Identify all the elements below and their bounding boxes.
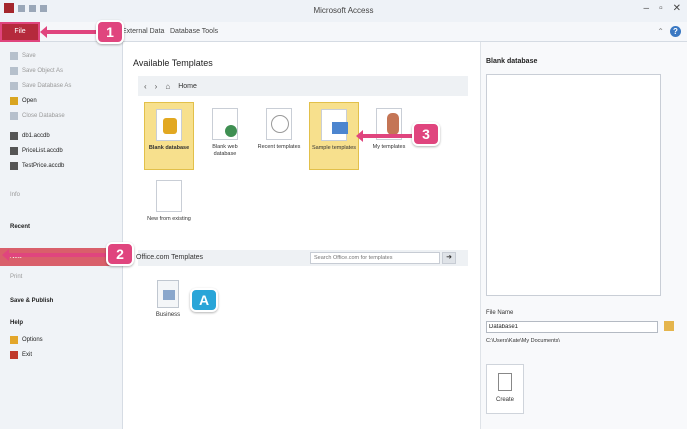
clock-icon	[266, 108, 292, 140]
recent-db1[interactable]: db1.accdb	[10, 132, 50, 140]
search-go-icon[interactable]: ➜	[442, 252, 456, 264]
callout-a: A	[190, 288, 218, 312]
blank-database-panel: Blank database File Name C:\Users\Kate\M…	[480, 42, 687, 429]
forward-icon[interactable]: ›	[155, 82, 158, 91]
save-path: C:\Users\Kate\My Documents\	[486, 338, 560, 344]
new-from-existing-icon	[156, 180, 182, 212]
save-as-icon	[10, 67, 18, 75]
backstage-info[interactable]: Info	[10, 192, 20, 198]
backstage-save[interactable]: Save	[10, 52, 36, 60]
callout-2: 2	[106, 242, 134, 266]
close-database-icon	[10, 112, 18, 120]
database-icon	[10, 147, 18, 155]
backstage-help[interactable]: Help	[10, 320, 23, 326]
tab-database-tools[interactable]: Database Tools	[170, 28, 218, 35]
web-database-icon	[212, 108, 238, 140]
minimize-ribbon-icon[interactable]: ⌃	[657, 27, 664, 36]
window-title: Microsoft Access	[313, 6, 374, 15]
backstage-exit[interactable]: Exit	[10, 351, 32, 359]
backstage-open[interactable]: Open	[10, 97, 37, 105]
business-folder-icon	[157, 280, 179, 308]
templates-pane: Available Templates ‹ › ⌂ Home Blank dat…	[124, 42, 479, 429]
backstage-save-object-as[interactable]: Save Object As	[10, 67, 63, 75]
title-bar: Microsoft Access – ▫ ✕	[0, 0, 687, 22]
exit-icon	[10, 351, 18, 359]
backstage-save-publish[interactable]: Save & Publish	[10, 298, 53, 304]
window-controls: – ▫ ✕	[644, 3, 682, 14]
backstage-close-database[interactable]: Close Database	[10, 112, 65, 120]
available-templates-title: Available Templates	[133, 58, 213, 68]
home-link[interactable]: Home	[178, 83, 197, 90]
callout-1: 1	[96, 20, 124, 44]
maximize-icon[interactable]: ▫	[659, 3, 663, 14]
close-icon[interactable]: ✕	[673, 3, 681, 14]
callout-2-arrow	[2, 249, 106, 261]
template-recent[interactable]: Recent templates	[254, 102, 304, 170]
browse-folder-icon[interactable]	[664, 321, 674, 331]
template-blank-web-database[interactable]: Blank web database	[200, 102, 250, 170]
template-blank-database[interactable]: Blank database	[144, 102, 194, 170]
office-templates-label: Office.com Templates	[136, 254, 204, 261]
file-name-field[interactable]	[486, 321, 658, 333]
template-nav-bar: ‹ › ⌂ Home	[138, 76, 468, 96]
minimize-icon[interactable]: –	[644, 3, 650, 14]
backstage-recent[interactable]: Recent	[10, 224, 30, 230]
backstage-nav: Save Save Object As Save Database As Ope…	[0, 42, 123, 429]
office-search-input[interactable]	[310, 252, 440, 264]
template-preview	[486, 74, 661, 296]
document-icon	[498, 373, 512, 391]
backstage-new[interactable]: New	[0, 248, 123, 266]
sample-templates-icon	[321, 109, 348, 141]
recent-testprice[interactable]: TestPrice.accdb	[10, 162, 64, 170]
callout-1-arrow	[40, 26, 96, 38]
recent-pricelist[interactable]: PriceList.accdb	[10, 147, 63, 155]
backstage-print[interactable]: Print	[10, 274, 22, 280]
folder-open-icon	[10, 97, 18, 105]
save-icon	[10, 52, 18, 60]
ribbon-help-controls: ⌃ ?	[657, 26, 681, 37]
file-tab-highlight	[0, 22, 40, 42]
blank-database-title: Blank database	[486, 58, 538, 65]
backstage-options[interactable]: Options	[10, 336, 43, 344]
create-button[interactable]: Create	[486, 364, 524, 414]
callout-3: 3	[412, 122, 440, 146]
database-icon	[10, 132, 18, 140]
template-sample[interactable]: Sample templates	[309, 102, 359, 170]
template-new-from-existing[interactable]: New from existing	[144, 174, 194, 242]
back-icon[interactable]: ‹	[144, 82, 147, 91]
file-name-label: File Name	[486, 310, 514, 316]
callout-3-arrow	[356, 130, 412, 142]
blank-database-icon	[156, 109, 182, 141]
backstage-save-database-as[interactable]: Save Database As	[10, 82, 71, 90]
help-icon[interactable]: ?	[670, 26, 681, 37]
save-database-icon	[10, 82, 18, 90]
home-icon[interactable]: ⌂	[165, 82, 170, 91]
tab-external-data[interactable]: External Data	[122, 28, 164, 35]
options-icon	[10, 336, 18, 344]
template-business[interactable]: Business	[148, 276, 188, 336]
database-icon	[10, 162, 18, 170]
